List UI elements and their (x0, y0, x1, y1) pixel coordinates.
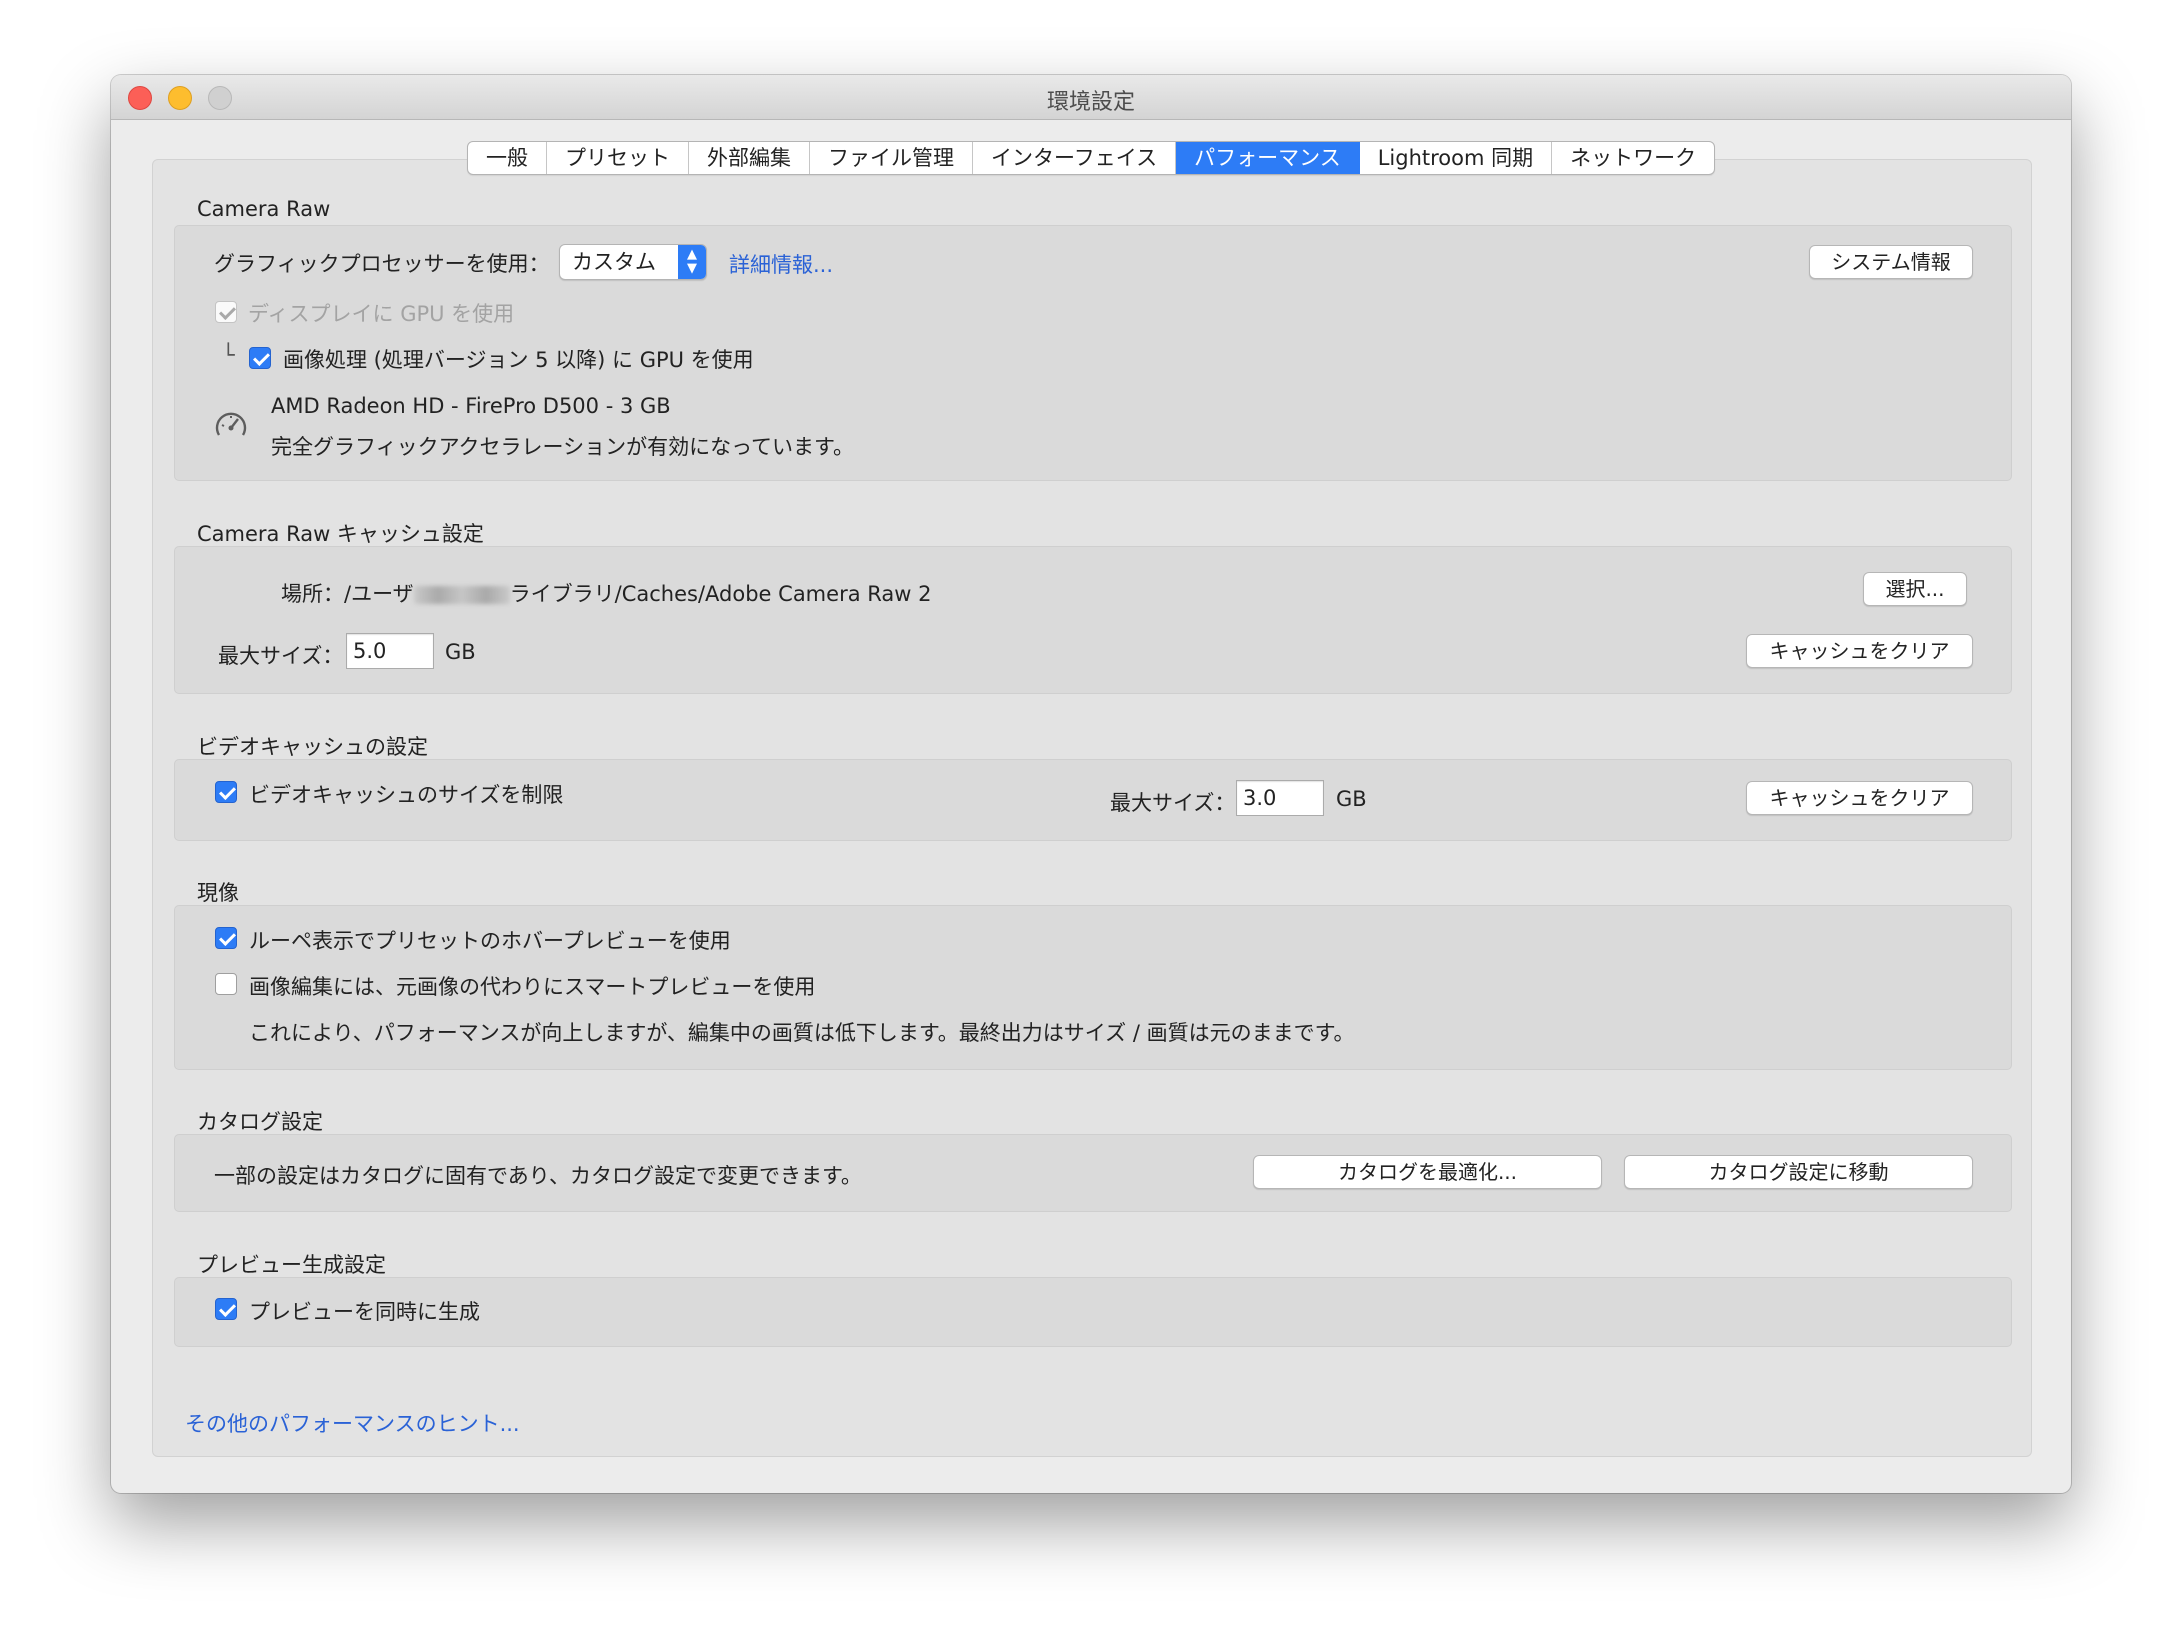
performance-hints-link[interactable]: その他のパフォーマンスのヒント... (185, 1408, 520, 1438)
catalog-section-title: カタログ設定 (197, 1110, 323, 1134)
parallel-preview-label: プレビューを同時に生成 (249, 1300, 480, 1324)
image-gpu-checkbox[interactable] (249, 347, 271, 369)
tab-interface[interactable]: インターフェイス (973, 142, 1177, 174)
cache-section-title: Camera Raw キャッシュ設定 (197, 522, 484, 546)
video-cache-section-title: ビデオキャッシュの設定 (197, 735, 428, 759)
tab-lightroom-sync[interactable]: Lightroom 同期 (1360, 142, 1553, 174)
image-gpu-label: 画像処理 (処理バージョン 5 以降) に GPU を使用 (283, 348, 754, 372)
camera-raw-section-title: Camera Raw (197, 197, 331, 221)
catalog-description: 一部の設定はカタログに固有であり、カタログ設定で変更できます。 (214, 1164, 862, 1188)
cache-group (174, 546, 2012, 694)
details-link[interactable]: 詳細情報... (729, 249, 833, 279)
window-title: 環境設定 (1046, 90, 1135, 115)
video-cache-unit: GB (1336, 787, 1367, 811)
gpu-select[interactable]: カスタム ▲ ▼ (559, 244, 707, 280)
develop-section-title: 現像 (197, 881, 239, 905)
tab-general[interactable]: 一般 (468, 142, 547, 174)
parallel-preview-checkbox[interactable] (215, 1298, 237, 1320)
tab-network[interactable]: ネットワーク (1552, 142, 1714, 174)
cache-location: 場所：/ユーザ ライブラリ/Caches/Adobe Camera Raw 2 (281, 578, 931, 608)
smart-preview-label: 画像編集には、元画像の代わりにスマートプレビューを使用 (249, 975, 816, 999)
video-max-size-input[interactable]: 3.0 (1236, 780, 1324, 816)
system-info-button[interactable]: システム情報 (1809, 245, 1973, 279)
preview-section-title: プレビュー生成設定 (197, 1253, 386, 1277)
cache-unit: GB (445, 640, 476, 664)
chevron-updown-icon: ▲ ▼ (678, 245, 706, 279)
tab-bar: 一般 プリセット 外部編集 ファイル管理 インターフェイス パフォーマンス Li… (467, 141, 1716, 175)
tab-external-editing[interactable]: 外部編集 (689, 142, 810, 174)
tab-presets[interactable]: プリセット (547, 142, 689, 174)
clear-cache-button[interactable]: キャッシュをクリア (1746, 634, 1973, 668)
gpu-select-value: カスタム (572, 250, 656, 274)
redacted-username (413, 586, 510, 604)
gpu-label: グラフィックプロセッサーを使用： (214, 252, 550, 276)
video-cache-limit-checkbox[interactable] (215, 781, 237, 803)
tab-performance[interactable]: パフォーマンス (1176, 142, 1360, 174)
cache-location-suffix: ライブラリ/Caches/Adobe Camera Raw 2 (509, 582, 932, 606)
hover-preview-label: ルーペ表示でプリセットのホバープレビューを使用 (249, 929, 731, 953)
optimize-catalog-button[interactable]: カタログを最適化... (1253, 1155, 1602, 1189)
title-bar[interactable]: 環境設定 (111, 75, 2071, 120)
cache-max-size-label: 最大サイズ： (218, 644, 344, 668)
display-gpu-checkbox[interactable] (215, 301, 237, 323)
display-gpu-label: ディスプレイに GPU を使用 (248, 302, 515, 326)
clear-video-cache-button[interactable]: キャッシュをクリア (1746, 781, 1973, 815)
smart-preview-note: これにより、パフォーマンスが向上しますが、編集中の画質は低下します。最終出力はサ… (249, 1021, 1355, 1045)
cache-max-size-input[interactable]: 5.0 (346, 633, 434, 669)
gpu-status: 完全グラフィックアクセラレーションが有効になっています。 (271, 435, 854, 459)
video-cache-limit-label: ビデオキャッシュのサイズを制限 (249, 783, 564, 807)
choose-location-button[interactable]: 選択... (1863, 572, 1967, 606)
tree-connector-icon: └ (222, 343, 235, 367)
goto-catalog-settings-button[interactable]: カタログ設定に移動 (1624, 1155, 1973, 1189)
smart-preview-checkbox[interactable] (215, 973, 237, 995)
gpu-name: AMD Radeon HD - FirePro D500 - 3 GB (271, 394, 671, 418)
video-max-size-label: 最大サイズ： (1110, 791, 1236, 815)
speedometer-icon (213, 408, 249, 444)
cache-location-prefix: 場所：/ユーザ (281, 582, 414, 606)
tab-file-handling[interactable]: ファイル管理 (810, 142, 973, 174)
hover-preview-checkbox[interactable] (215, 927, 237, 949)
